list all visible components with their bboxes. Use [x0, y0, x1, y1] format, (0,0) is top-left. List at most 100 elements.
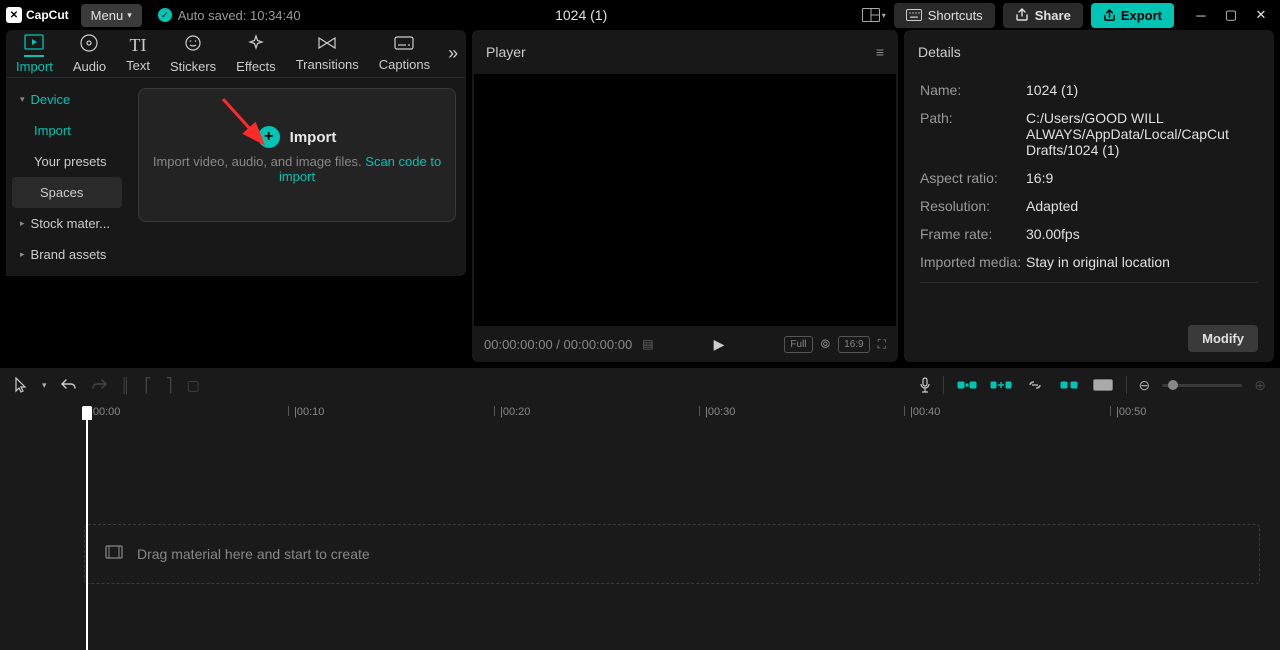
titlebar-right: ▾ Shortcuts Share Export ─ ▢ ✕ [862, 2, 1274, 28]
more-tabs-button[interactable]: » [440, 30, 466, 77]
redo-button [91, 378, 107, 392]
menu-label: Menu [91, 8, 124, 23]
detail-label: Frame rate: [920, 226, 1026, 242]
timeline-drop-zone[interactable]: Drag material here and start to create [84, 524, 1260, 584]
maximize-button[interactable]: ▢ [1218, 2, 1244, 28]
timeline-ruler[interactable]: |00:00 |00:10 |00:20 |00:30 |00:40 |00:5… [0, 402, 1280, 424]
tab-audio[interactable]: Audio [63, 30, 116, 77]
shortcuts-label: Shortcuts [928, 8, 983, 23]
timeline-toolbar-right: ⊖ ⊕ [919, 376, 1266, 394]
tab-label: Captions [379, 57, 430, 72]
sidebar-item-brand[interactable]: Brand assets [6, 239, 128, 270]
sidebar-item-import[interactable]: Import [6, 115, 128, 146]
player-viewport[interactable] [474, 74, 896, 326]
modify-button[interactable]: Modify [1188, 325, 1258, 352]
share-label: Share [1035, 8, 1071, 23]
full-button[interactable]: Full [784, 336, 812, 353]
tab-transitions[interactable]: Transitions [286, 30, 369, 77]
tab-stickers[interactable]: Stickers [160, 30, 226, 77]
zoom-thumb[interactable] [1168, 380, 1178, 390]
player-menu-icon[interactable]: ≡ [876, 44, 884, 60]
shortcuts-button[interactable]: Shortcuts [894, 3, 995, 28]
zoom-slider[interactable] [1162, 384, 1242, 387]
detail-row-framerate: Frame rate: 30.00fps [920, 226, 1258, 242]
minimize-button[interactable]: ─ [1188, 2, 1214, 28]
menu-button[interactable]: Menu ▾ [81, 4, 142, 27]
playhead[interactable] [82, 406, 92, 420]
tab-text[interactable]: TI Text [116, 30, 160, 77]
titlebar: ✕ CapCut Menu ▾ ✓ Auto saved: 10:34:40 1… [0, 0, 1280, 30]
close-button[interactable]: ✕ [1248, 2, 1274, 28]
tab-effects[interactable]: Effects [226, 30, 286, 77]
sidebar-item-stock[interactable]: Stock mater... [6, 208, 128, 239]
volume-icon[interactable]: ▤ [642, 337, 653, 351]
zoom-out-button[interactable]: ⊖ [1139, 377, 1151, 394]
preview-axis-toggle[interactable] [1058, 377, 1080, 393]
layout-button[interactable]: ▾ [862, 3, 886, 27]
media-panel: Import Audio TI Text Stickers Effects [6, 30, 466, 362]
detail-value: 30.00fps [1026, 226, 1258, 242]
detail-row-imported: Imported media: Stay in original locatio… [920, 254, 1258, 270]
time-display: 00:00:00:00 / 00:00:00:00 [484, 337, 632, 352]
fullscreen-icon[interactable]: ⛶ [878, 337, 886, 352]
tab-label: Text [126, 58, 150, 73]
linkage-toggle[interactable] [1024, 377, 1046, 393]
project-title: 1024 (1) [301, 7, 862, 23]
chevron-down-icon: ▾ [882, 11, 886, 20]
undo-button[interactable] [61, 378, 77, 392]
delete-tool: ▢ [186, 377, 199, 394]
details-panel: Details Name: 1024 (1) Path: C:/Users/GO… [904, 30, 1274, 362]
layout-icon [862, 8, 880, 22]
mic-button[interactable] [919, 377, 931, 393]
chevron-down-icon: ▾ [127, 10, 132, 21]
import-title-row: + Import [258, 126, 337, 148]
trim-left-tool: ⎡ [144, 377, 151, 394]
detail-row-resolution: Resolution: Adapted [920, 198, 1258, 214]
tab-label: Import [16, 59, 53, 74]
text-icon: TI [130, 35, 147, 56]
play-button[interactable]: ▶ [714, 336, 725, 353]
zoom-in-button[interactable]: ⊕ [1254, 377, 1266, 394]
timeline[interactable]: |00:00 |00:10 |00:20 |00:30 |00:40 |00:5… [0, 402, 1280, 650]
media-tabs: Import Audio TI Text Stickers Effects [6, 30, 466, 78]
detail-label: Path: [920, 110, 1026, 158]
check-icon: ✓ [158, 8, 172, 22]
auto-saved-status: ✓ Auto saved: 10:34:40 [158, 8, 301, 23]
share-button[interactable]: Share [1003, 3, 1083, 28]
keyboard-icon [906, 9, 922, 21]
player-title: Player [486, 44, 526, 60]
sidebar-item-device[interactable]: Device [6, 84, 128, 115]
pointer-dropdown[interactable]: ▾ [42, 380, 47, 391]
sidebar-item-presets[interactable]: Your presets [6, 146, 128, 177]
auto-snap-toggle[interactable] [990, 377, 1012, 393]
detail-value: Adapted [1026, 198, 1258, 214]
tab-label: Transitions [296, 57, 359, 72]
export-icon [1103, 9, 1116, 22]
tab-label: Effects [236, 59, 276, 74]
detail-row-aspect: Aspect ratio: 16:9 [920, 170, 1258, 186]
tab-captions[interactable]: Captions [369, 30, 440, 77]
sidebar-item-spaces[interactable]: Spaces [12, 177, 122, 208]
detail-label: Aspect ratio: [920, 170, 1026, 186]
export-button[interactable]: Export [1091, 3, 1174, 28]
player-controls: 00:00:00:00 / 00:00:00:00 ▤ ▶ Full ⦾ 16:… [472, 326, 898, 362]
share-icon [1015, 8, 1029, 22]
audio-icon [80, 34, 98, 57]
import-icon [24, 34, 44, 57]
tab-label: Stickers [170, 59, 216, 74]
snapshot-icon[interactable]: ⦾ [821, 337, 831, 352]
timeline-toolbar: ▾ ║ ⎡ ⎤ ▢ ⊖ ⊕ [0, 368, 1280, 402]
track-area[interactable]: Drag material here and start to create [0, 424, 1280, 644]
stickers-icon [184, 34, 202, 57]
tab-import[interactable]: Import [6, 30, 63, 77]
details-body: Name: 1024 (1) Path: C:/Users/GOOD WILL … [904, 74, 1274, 315]
import-card[interactable]: + Import Import video, audio, and image … [138, 88, 456, 222]
split-tool: ║ [121, 377, 131, 393]
pointer-tool[interactable] [14, 377, 28, 393]
cover-toggle[interactable] [1092, 377, 1114, 393]
detail-label: Resolution: [920, 198, 1026, 214]
player-panel: Player ≡ 00:00:00:00 / 00:00:00:00 ▤ ▶ F… [472, 30, 898, 362]
magnet-main-toggle[interactable] [956, 377, 978, 393]
aspect-ratio-button[interactable]: 16:9 [838, 336, 869, 353]
detail-value: Stay in original location [1026, 254, 1258, 270]
